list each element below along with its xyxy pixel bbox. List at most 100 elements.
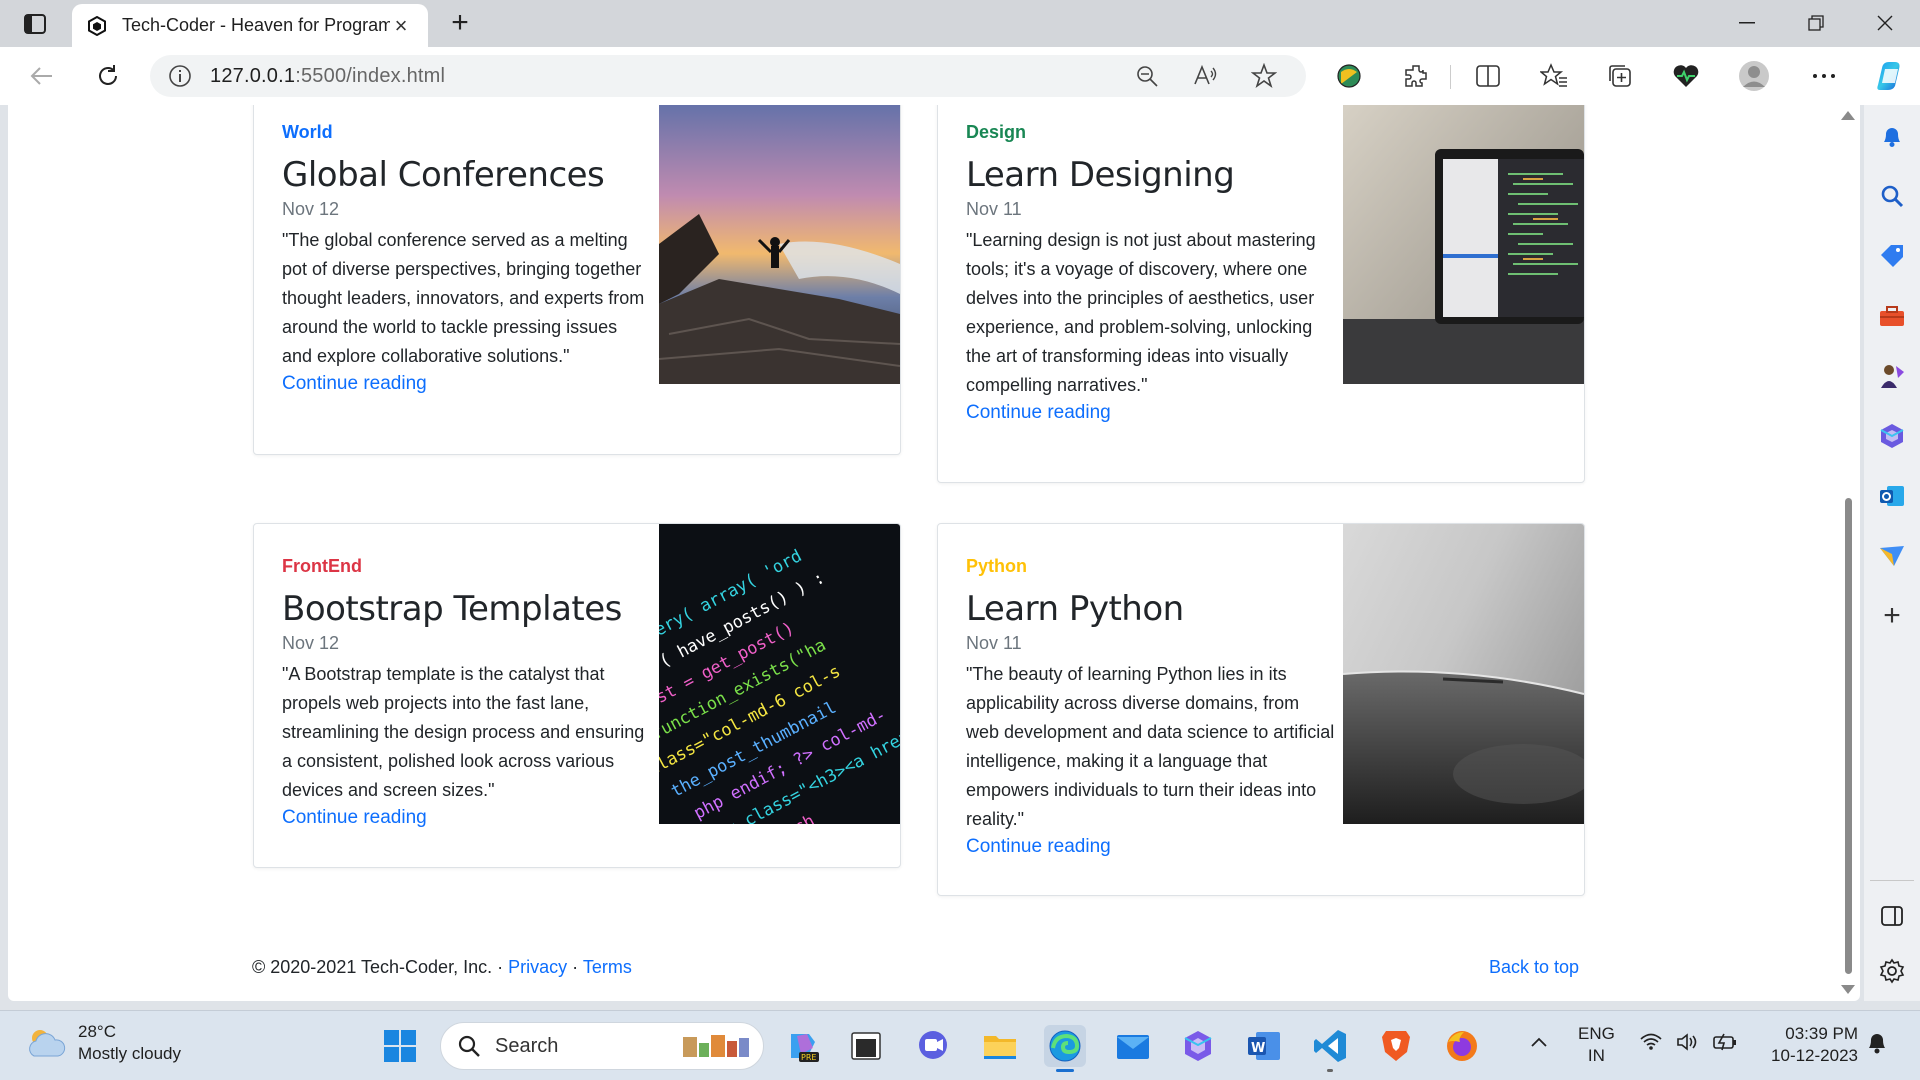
more-options-icon[interactable] — [1807, 59, 1841, 93]
hide-sidebar-icon[interactable] — [1877, 901, 1907, 931]
back-to-top-link[interactable]: Back to top — [1489, 957, 1579, 978]
privacy-link[interactable]: Privacy — [508, 957, 567, 977]
input-language[interactable]: ENG IN — [1578, 1023, 1615, 1067]
copilot-icon[interactable] — [1870, 56, 1910, 96]
shopping-tag-icon[interactable] — [1877, 241, 1907, 271]
windows-start-icon[interactable] — [379, 1025, 421, 1067]
weather-widget[interactable]: 28°C Mostly cloudy — [26, 1021, 181, 1065]
search-icon[interactable] — [1877, 181, 1907, 211]
restore-icon[interactable] — [1796, 8, 1836, 38]
phone-closeup-image — [1343, 524, 1584, 824]
copyright-text: © 2020-2021 Tech-Coder, Inc. — [252, 957, 493, 977]
split-screen-icon[interactable] — [1471, 59, 1505, 93]
settings-gear-icon[interactable] — [1877, 956, 1907, 986]
post-date: Nov 12 — [282, 633, 340, 653]
zoom-out-icon[interactable] — [1130, 59, 1164, 93]
games-icon[interactable] — [1877, 361, 1907, 391]
favorites-icon[interactable] — [1537, 59, 1571, 93]
edge-browser-icon[interactable] — [1044, 1025, 1086, 1072]
refresh-icon[interactable] — [91, 59, 125, 93]
svg-text:PRE: PRE — [801, 1053, 816, 1062]
search-placeholder: Search — [495, 1034, 559, 1057]
tab-actions-icon[interactable] — [18, 10, 52, 38]
footer-separator: · — [572, 957, 579, 977]
brave-browser-icon[interactable] — [1375, 1025, 1417, 1067]
extensions-icon[interactable] — [1399, 59, 1433, 93]
new-tab-button[interactable]: + — [444, 8, 476, 40]
active-app-indicator — [1056, 1069, 1074, 1072]
profile-avatar-icon[interactable] — [1737, 59, 1771, 93]
temperature-text: 28°C — [78, 1022, 116, 1041]
tools-briefcase-icon[interactable] — [1877, 301, 1907, 331]
battery-charging-icon[interactable] — [1712, 1033, 1738, 1057]
chat-app-icon[interactable] — [912, 1025, 954, 1067]
copilot-preview-icon[interactable]: PRE — [782, 1025, 824, 1067]
minimize-icon[interactable] — [1727, 8, 1767, 38]
copilot-app-icon[interactable] — [1177, 1025, 1219, 1067]
page-viewport: World Global Conferences Nov 12 "The glo… — [8, 105, 1860, 1001]
outlook-icon[interactable] — [1877, 481, 1907, 511]
post-card-python: Python Learn Python Nov 11 "The beauty o… — [937, 523, 1585, 896]
volume-icon[interactable] — [1676, 1033, 1700, 1057]
post-excerpt: "Learning design is not just about maste… — [966, 230, 1316, 395]
read-aloud-icon[interactable] — [1189, 59, 1223, 93]
continue-reading-link[interactable]: Continue reading — [282, 373, 427, 395]
app-open-indicator — [1327, 1069, 1333, 1072]
back-icon[interactable] — [25, 59, 59, 93]
continue-reading-link[interactable]: Continue reading — [966, 836, 1111, 858]
browser-toolbar: 127.0.0.1:5500/index.html — [0, 47, 1920, 105]
site-info-icon[interactable] — [150, 64, 210, 88]
favorite-star-icon[interactable] — [1247, 59, 1281, 93]
active-tab[interactable]: Tech-Coder - Heaven for Programmers × — [72, 4, 428, 47]
address-bar[interactable]: 127.0.0.1:5500/index.html — [150, 55, 1306, 97]
microsoft-365-icon[interactable] — [1877, 421, 1907, 451]
firefox-browser-icon[interactable] — [1441, 1025, 1483, 1067]
weather-text: Mostly cloudy — [78, 1044, 181, 1063]
tab-strip: Tech-Coder - Heaven for Programmers × + — [0, 0, 1920, 47]
tab-title: Tech-Coder - Heaven for Programmers — [122, 15, 390, 35]
post-category: World — [282, 122, 333, 142]
mail-app-icon[interactable] — [1112, 1025, 1154, 1067]
continue-reading-link[interactable]: Continue reading — [282, 807, 427, 829]
post-title: Learn Designing — [966, 155, 1235, 195]
send-arrow-icon[interactable] — [1877, 541, 1907, 571]
clock[interactable]: 03:39 PM 10-12-2023 — [1758, 1023, 1858, 1067]
scroll-thumb[interactable] — [1845, 498, 1852, 974]
search-icon — [458, 1035, 480, 1057]
search-highlight-icon — [683, 1035, 749, 1057]
scroll-up-arrow-icon[interactable] — [1841, 111, 1855, 120]
wifi-icon[interactable] — [1640, 1033, 1662, 1057]
add-sidebar-app-icon[interactable]: + — [1877, 599, 1907, 632]
terms-link[interactable]: Terms — [583, 957, 632, 977]
page-scrollbar[interactable] — [1836, 105, 1860, 1001]
region-code: IN — [1587, 1046, 1605, 1065]
post-category: Design — [966, 122, 1027, 142]
post-date: Nov 12 — [282, 199, 340, 219]
vscode-app-icon[interactable] — [1309, 1025, 1351, 1072]
close-tab-icon[interactable]: × — [390, 13, 412, 38]
browser-essentials-icon[interactable] — [1669, 59, 1703, 93]
continue-reading-link[interactable]: Continue reading — [966, 402, 1111, 424]
edge-sidebar: + — [1864, 105, 1920, 1001]
extension-globe-icon[interactable] — [1332, 59, 1366, 93]
site-favicon-icon — [86, 15, 108, 37]
post-card-world: World Global Conferences Nov 12 "The glo… — [253, 105, 901, 455]
file-explorer-icon[interactable] — [979, 1025, 1021, 1067]
bell-icon[interactable] — [1877, 121, 1907, 151]
post-category: FrontEnd — [282, 556, 362, 576]
sidebar-divider — [1870, 880, 1914, 881]
post-card-frontend: FrontEnd Bootstrap Templates Nov 12 "A B… — [253, 523, 901, 868]
url-host: 127.0.0.1 — [210, 64, 296, 87]
collections-icon[interactable] — [1603, 59, 1637, 93]
taskbar-search[interactable]: Search — [440, 1022, 764, 1070]
post-date: Nov 11 — [966, 199, 1022, 219]
notifications-bell-icon[interactable] — [1866, 1031, 1888, 1061]
cloudy-weather-icon — [29, 1030, 66, 1057]
scroll-down-arrow-icon[interactable] — [1841, 985, 1855, 994]
close-window-icon[interactable] — [1865, 8, 1905, 38]
show-hidden-icons[interactable] — [1530, 1031, 1548, 1053]
post-excerpt: "The global conference served as a melti… — [282, 230, 645, 366]
terminal-app-icon[interactable] — [845, 1025, 887, 1067]
word-app-icon[interactable]: W — [1243, 1025, 1285, 1067]
toolbar-divider — [1450, 65, 1451, 89]
